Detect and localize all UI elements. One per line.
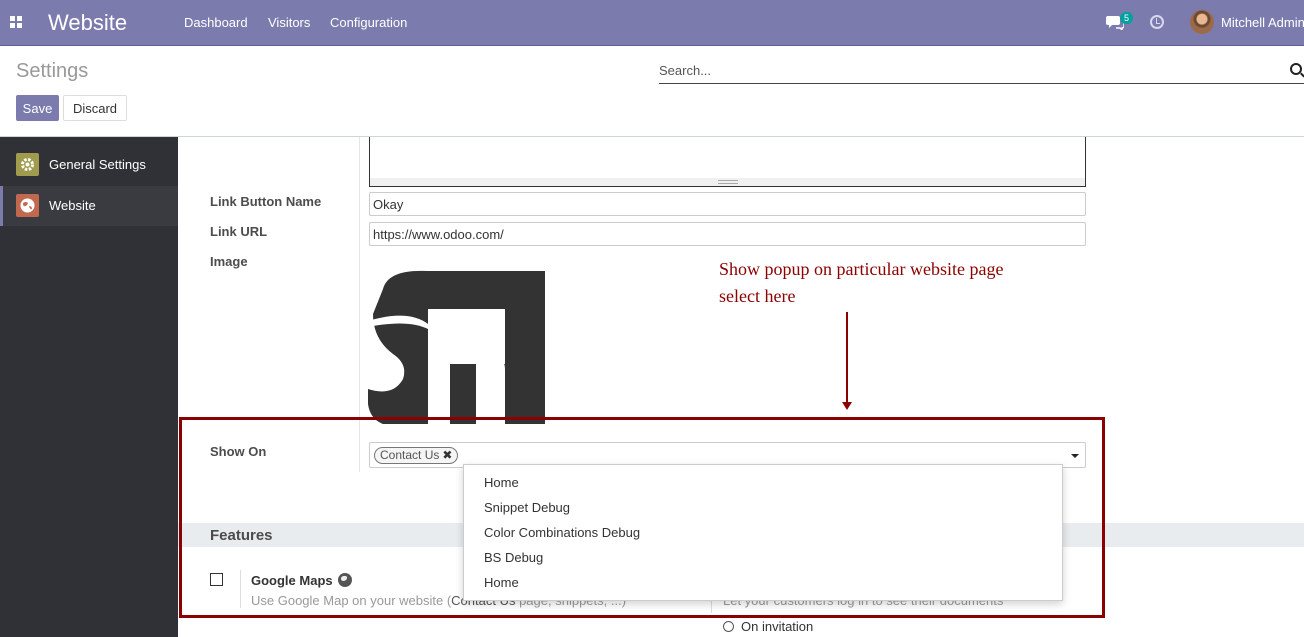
html-editor-field[interactable] [369, 137, 1086, 187]
chevron-down-icon[interactable] [1071, 454, 1079, 458]
google-maps-desc-start: Use Google Map on your website ( [251, 593, 452, 608]
save-button[interactable]: Save [16, 95, 59, 121]
annotation-line-1: Show popup on particular website page [719, 259, 1004, 279]
gear-icon [16, 153, 39, 176]
dropdown-option-bs-debug[interactable]: BS Debug [484, 550, 543, 565]
apps-menu-icon[interactable] [10, 16, 22, 28]
dropdown-option-snippet-debug[interactable]: Snippet Debug [484, 500, 570, 515]
dropdown-option-home-2[interactable]: Home [484, 575, 519, 590]
label-divider [359, 137, 360, 472]
avatar[interactable] [1190, 10, 1214, 34]
setting-divider [240, 570, 241, 608]
link-button-name-input[interactable]: Okay [369, 192, 1086, 216]
sidebar-item-label: General Settings [49, 157, 146, 172]
image-field-logo[interactable] [368, 269, 548, 429]
menu-visitors[interactable]: Visitors [268, 15, 310, 30]
annotation-arrow [842, 312, 852, 410]
tag-contact-us: Contact Us ✖ [374, 447, 459, 464]
tag-label: Contact Us [380, 448, 440, 462]
activity-clock-icon[interactable] [1150, 15, 1164, 29]
show-on-label: Show On [210, 444, 267, 459]
show-on-dropdown: Home Snippet Debug Color Combinations De… [463, 464, 1063, 601]
chat-badge: 5 [1120, 12, 1134, 24]
menu-dashboard[interactable]: Dashboard [184, 15, 248, 30]
discard-button[interactable]: Discard [63, 95, 127, 121]
image-label: Image [210, 254, 248, 269]
resize-handle[interactable] [370, 178, 1085, 186]
user-name[interactable]: Mitchell Admin [1221, 15, 1304, 30]
link-url-label: Link URL [210, 224, 268, 239]
sidebar-item-general-settings[interactable]: General Settings [0, 145, 178, 185]
search-icon[interactable] [1290, 63, 1302, 75]
top-navbar: Website Dashboard Visitors Configuration… [0, 0, 1304, 46]
sidebar-item-website[interactable]: Website [0, 186, 178, 226]
features-title: Features [210, 527, 273, 544]
search-box [659, 60, 1304, 84]
menu-configuration[interactable]: Configuration [330, 15, 407, 30]
dropdown-option-home[interactable]: Home [484, 475, 519, 490]
on-invitation-label: On invitation [741, 619, 814, 634]
on-invitation-radio[interactable] [723, 621, 734, 632]
link-url-input[interactable]: https://www.odoo.com/ [369, 222, 1086, 246]
search-input[interactable] [659, 60, 1279, 80]
tag-remove-icon[interactable]: ✖ [442, 448, 452, 463]
google-maps-title: Google Maps [251, 573, 333, 588]
settings-content: Link Button Name Okay Link URL https://w… [178, 137, 1304, 637]
sidebar-item-label: Website [49, 198, 96, 213]
app-name[interactable]: Website [48, 10, 127, 36]
control-panel: Settings Save Discard [0, 46, 1304, 137]
annotation-text: Show popup on particular website page se… [719, 256, 1003, 310]
page-title: Settings [16, 60, 89, 82]
google-maps-checkbox[interactable] [210, 573, 223, 586]
dropdown-option-color-combinations-debug[interactable]: Color Combinations Debug [484, 525, 640, 540]
link-button-name-label: Link Button Name [210, 194, 322, 209]
globe-icon [338, 573, 352, 587]
annotation-line-2: select here [719, 286, 796, 306]
settings-sidebar: General Settings Website [0, 137, 178, 637]
globe-icon [16, 194, 39, 217]
